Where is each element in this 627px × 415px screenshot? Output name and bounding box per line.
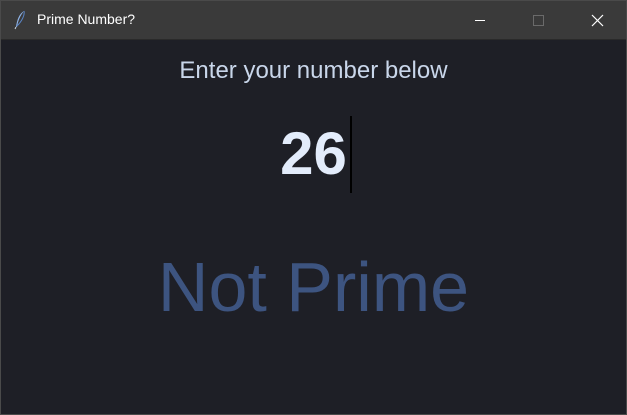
number-input[interactable]: 26 (181, 112, 446, 196)
minimize-button[interactable] (457, 1, 503, 39)
window-title: Prime Number? (37, 11, 136, 27)
app-window: Prime Number? Enter your number below 26… (0, 0, 627, 415)
minimize-icon (475, 20, 485, 21)
main-content: Enter your number below 26 Not Prime (1, 40, 626, 414)
close-icon (591, 14, 604, 27)
prompt-label: Enter your number below (179, 57, 448, 84)
result-label: Not Prime (157, 248, 470, 326)
text-cursor (350, 116, 352, 193)
maximize-icon (533, 15, 544, 26)
title-bar[interactable]: Prime Number? (1, 1, 626, 40)
close-button[interactable] (573, 1, 619, 39)
feather-icon (13, 10, 27, 30)
number-input-value[interactable]: 26 (181, 122, 446, 186)
maximize-button[interactable] (515, 1, 561, 39)
